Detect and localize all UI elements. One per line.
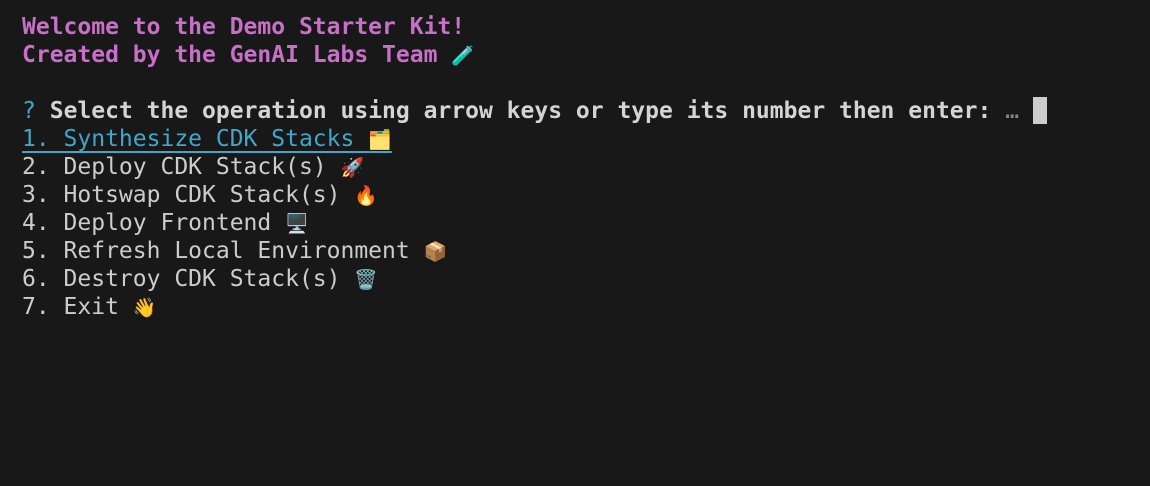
ellipsis: … (1005, 98, 1020, 124)
option-label: 4. Deploy Frontend (22, 210, 272, 236)
option-hotswap[interactable]: 3. Hotswap CDK Stack(s) 🔥 (22, 181, 1047, 209)
welcome-text: Welcome to the Demo Starter Kit! (22, 14, 466, 40)
option-label: 6. Destroy CDK Stack(s) (22, 266, 341, 292)
wave-icon: 👋 (132, 297, 157, 319)
option-label: 2. Deploy CDK Stack(s) (22, 154, 327, 180)
welcome-line: Welcome to the Demo Starter Kit! (22, 13, 1047, 41)
monitor-icon: 🖥️ (285, 213, 309, 235)
prompt-text: Select the operation using arrow keys or… (49, 98, 992, 124)
question-icon: ? (22, 98, 36, 124)
option-label: 3. Hotswap CDK Stack(s) (22, 182, 341, 208)
rocket-icon: 🚀 (340, 157, 365, 179)
option-deploy[interactable]: 2. Deploy CDK Stack(s) 🚀 (22, 153, 1047, 181)
prompt-line: ? Select the operation using arrow keys … (22, 97, 1048, 125)
created-by-line: Created by the GenAI Labs Team 🧪 (22, 41, 1047, 69)
option-label: 7. Exit (22, 294, 119, 320)
cursor (1033, 97, 1048, 124)
package-icon: 📦 (423, 241, 448, 263)
created-by-text: Created by the GenAI Labs Team (22, 42, 438, 68)
option-label: 1. Synthesize CDK Stacks (22, 126, 355, 152)
option-refresh[interactable]: 5. Refresh Local Environment 📦 (22, 237, 1047, 265)
test-tube-icon: 🧪 (451, 45, 475, 67)
option-label: 5. Refresh Local Environment (22, 238, 410, 264)
card-index-icon: 🗂️ (368, 129, 392, 151)
terminal[interactable]: Welcome to the Demo Starter Kit! Created… (22, 13, 1048, 321)
fire-icon: 🔥 (354, 185, 379, 207)
option-deploy-frontend[interactable]: 4. Deploy Frontend 🖥️ (22, 209, 1047, 237)
option-synthesize[interactable]: 1. Synthesize CDK Stacks 🗂️ (22, 125, 1047, 153)
option-exit[interactable]: 7. Exit 👋 (22, 293, 1047, 321)
option-destroy[interactable]: 6. Destroy CDK Stack(s) 🗑️ (22, 265, 1047, 293)
trash-icon: 🗑️ (354, 269, 379, 291)
